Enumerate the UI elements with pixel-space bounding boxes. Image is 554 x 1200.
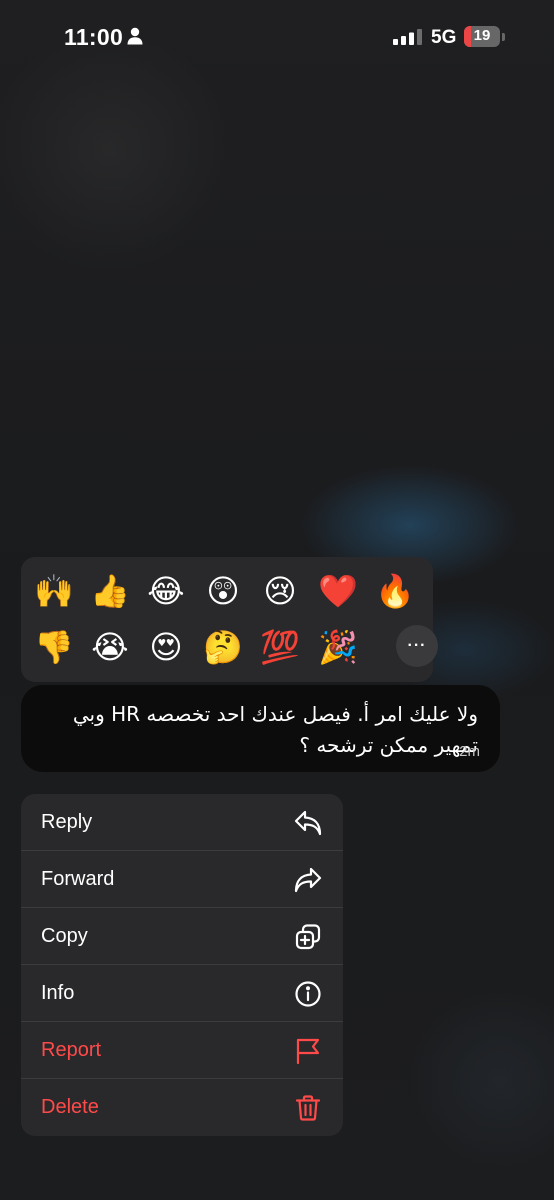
network-type: 5G — [431, 27, 457, 48]
flag-icon — [293, 1036, 323, 1066]
reaction-emoji[interactable]: 🙌 — [32, 569, 76, 613]
menu-item-label: Copy — [41, 925, 88, 947]
info-menu-item[interactable]: Info — [21, 965, 343, 1022]
menu-item-label: Forward — [41, 868, 115, 890]
status-bar: 11:00 5G 19 — [0, 0, 554, 76]
report-menu-item[interactable]: Report — [21, 1022, 343, 1079]
reply-icon — [293, 808, 323, 838]
battery-cap — [502, 33, 505, 41]
battery-icon: 19 — [464, 26, 500, 47]
reply-menu-item[interactable]: Reply — [21, 794, 343, 851]
reaction-emoji[interactable]: 😂 — [144, 569, 188, 613]
forward-menu-item[interactable]: Forward — [21, 851, 343, 908]
menu-item-label: Reply — [41, 811, 93, 833]
reaction-emoji[interactable]: 🔥 — [373, 569, 417, 613]
reaction-emoji[interactable]: 😭 — [88, 625, 132, 669]
reaction-emoji[interactable]: 👍 — [88, 569, 132, 613]
trash-icon — [293, 1093, 323, 1123]
battery-level: 19 — [473, 27, 491, 44]
reaction-emoji[interactable]: 🎉 — [316, 625, 360, 669]
menu-item-label: Info — [41, 982, 75, 1004]
copy-icon — [293, 922, 323, 952]
reaction-emoji[interactable]: 😢 — [258, 569, 302, 613]
reaction-picker: ··· 🙌 👍 😂 😲 😢 ❤️ 🔥 👎 😭 😍 🤔 💯 🎉 — [21, 557, 438, 682]
delete-menu-item[interactable]: Delete — [21, 1079, 343, 1136]
message-timestamp: 2m — [459, 743, 480, 760]
menu-item-label: Delete — [41, 1096, 99, 1118]
reaction-emoji[interactable]: 😍 — [144, 625, 188, 669]
copy-menu-item[interactable]: Copy — [21, 908, 343, 965]
info-icon — [293, 979, 323, 1009]
message-text: ولا عليك امر أ. فيصل عندك احد تخصصه HR و… — [72, 702, 478, 757]
reaction-emoji[interactable]: 👎 — [32, 625, 76, 669]
message-bubble: ولا عليك امر أ. فيصل عندك احد تخصصه HR و… — [21, 685, 500, 772]
screen: 11:00 5G 19 ··· 🙌 👍 😂 😲 😢 ❤️ 🔥 👎 😭 😍 🤔 💯 🎉 — [0, 0, 554, 1200]
cellular-signal-icon — [393, 29, 423, 50]
reaction-emoji[interactable]: 🤔 — [201, 625, 245, 669]
context-menu: Reply Forward Copy Info Report Delete — [21, 794, 343, 1136]
reaction-emoji[interactable]: 💯 — [258, 625, 302, 669]
reaction-emoji[interactable]: 😲 — [201, 569, 245, 613]
person-icon — [127, 27, 143, 50]
menu-item-label: Report — [41, 1039, 102, 1061]
reaction-emoji[interactable]: ❤️ — [316, 569, 360, 613]
more-reactions-button[interactable]: ··· — [396, 625, 438, 667]
forward-icon — [293, 865, 323, 895]
status-time: 11:00 — [64, 24, 124, 50]
